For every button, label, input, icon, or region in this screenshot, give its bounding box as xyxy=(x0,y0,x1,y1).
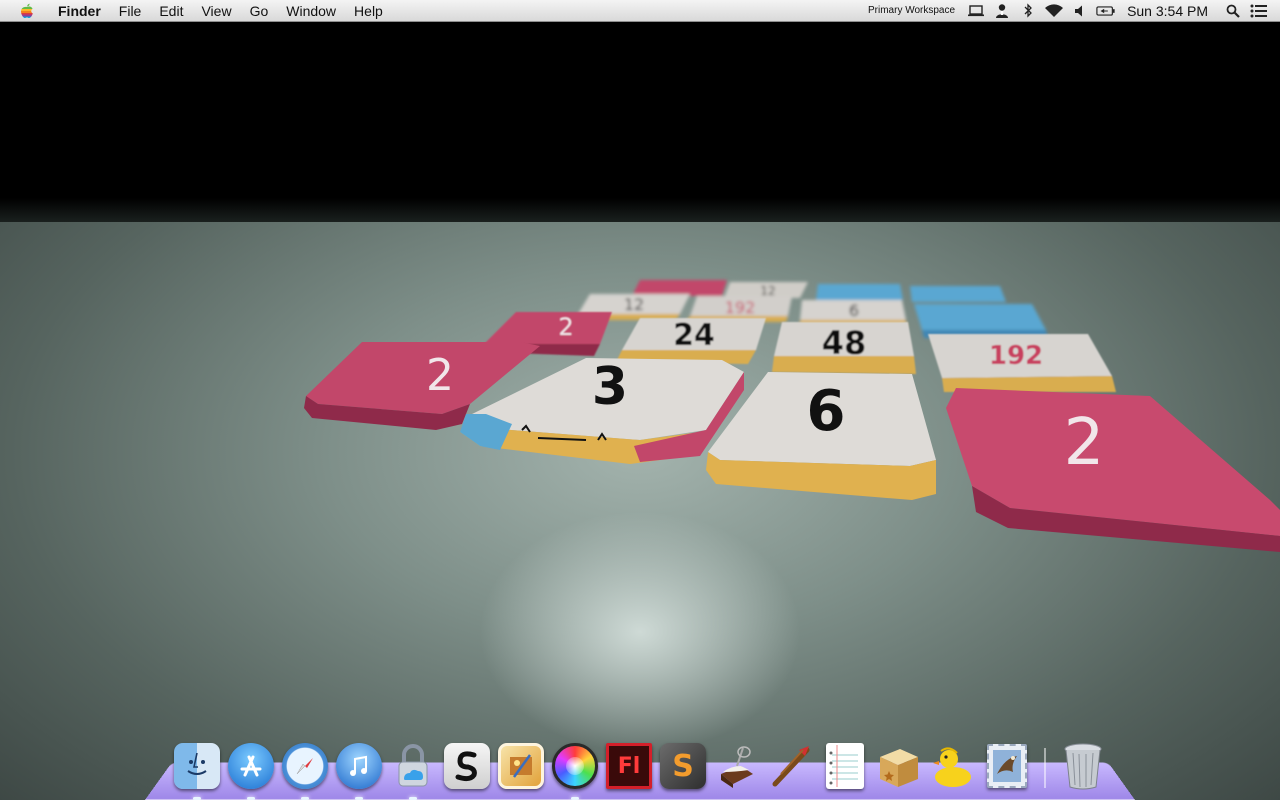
color-wheel-icon xyxy=(552,743,598,789)
tile-text-3: 3 xyxy=(592,357,628,417)
dock-item-finder[interactable] xyxy=(172,740,222,800)
sublime-icon: S xyxy=(660,743,706,789)
threes-tiles-artwork: 12 12 192 6 2 24 48 192 2 3 6 2 xyxy=(304,280,1280,552)
workspace-label[interactable]: Primary Workspace xyxy=(868,5,955,16)
finder-icon xyxy=(174,743,220,789)
tile-red-2-small xyxy=(484,312,612,344)
dock-item-safari[interactable] xyxy=(280,740,330,800)
tile-text-48: 48 xyxy=(822,324,867,362)
dock-item-itunes[interactable] xyxy=(334,740,384,800)
dock-separator xyxy=(1044,748,1046,788)
tile-text-12-mid: 12 xyxy=(624,295,644,314)
bluetooth-icon[interactable] xyxy=(1018,0,1038,22)
apple-menu-icon[interactable] xyxy=(20,3,34,18)
desktop-wallpaper: 12 12 192 6 2 24 48 192 2 3 6 2 xyxy=(0,22,1280,800)
scrivener-icon xyxy=(444,743,490,789)
trash-icon xyxy=(1060,743,1106,790)
mail-stamp-icon xyxy=(987,744,1027,788)
dock: Fl S xyxy=(170,734,1110,800)
cakebrew-icon xyxy=(714,743,760,789)
dock-item-iphoto[interactable] xyxy=(496,740,546,792)
menu-clock[interactable]: Sun 3:54 PM xyxy=(1127,3,1208,19)
flash-icon: Fl xyxy=(606,743,652,789)
menu-go[interactable]: Go xyxy=(241,0,278,22)
itunes-icon xyxy=(336,743,382,789)
dock-item-archive[interactable] xyxy=(874,740,924,792)
tile-text-192-back: 192 xyxy=(725,298,756,317)
notification-center-icon[interactable] xyxy=(1249,0,1269,22)
dock-item-cyberduck[interactable] xyxy=(928,740,978,792)
notes-icon xyxy=(826,743,864,789)
safari-icon xyxy=(282,743,328,789)
arrows-icon xyxy=(768,743,814,789)
tile-text-6-back: 6 xyxy=(849,301,859,320)
menu-window[interactable]: Window xyxy=(277,0,345,22)
box-icon xyxy=(876,743,922,789)
battery-icon[interactable] xyxy=(1096,0,1116,22)
duck-icon xyxy=(930,743,976,789)
tile-text-12-back: 12 xyxy=(760,284,775,298)
wifi-icon[interactable] xyxy=(1044,0,1064,22)
volume-icon[interactable] xyxy=(1070,0,1090,22)
menu-bar: Finder File Edit View Go Window Help Pri… xyxy=(0,0,1280,22)
user-icon[interactable] xyxy=(992,0,1012,22)
tile-text-2-left: 2 xyxy=(426,350,454,401)
iphoto-icon xyxy=(498,743,544,789)
dock-item-archery[interactable] xyxy=(766,740,816,792)
tile-text-6: 6 xyxy=(807,379,846,444)
cloud-lock-icon xyxy=(390,743,436,789)
spotlight-search-icon[interactable] xyxy=(1223,0,1243,22)
menu-edit[interactable]: Edit xyxy=(150,0,192,22)
tile-text-2-small: 2 xyxy=(558,313,573,341)
dock-item-cloud-lock[interactable] xyxy=(388,740,438,800)
dock-item-cakebrew[interactable] xyxy=(712,740,762,792)
tile-text-24: 24 xyxy=(673,318,715,353)
dock-item-color-picker[interactable] xyxy=(550,740,600,800)
menu-help[interactable]: Help xyxy=(345,0,392,22)
dock-item-flash[interactable]: Fl xyxy=(604,740,654,792)
tile-text-192: 192 xyxy=(989,341,1043,371)
tile-back-red xyxy=(632,280,727,296)
status-area: Primary Workspace Sun 3:54 PM xyxy=(868,0,1280,22)
app-store-icon xyxy=(228,743,274,789)
dock-item-notes[interactable] xyxy=(820,740,870,792)
dock-item-trash[interactable] xyxy=(1058,740,1108,792)
menu-app-name[interactable]: Finder xyxy=(46,0,110,22)
menu-view[interactable]: View xyxy=(192,0,240,22)
dock-item-scrivener[interactable] xyxy=(442,740,492,792)
menu-file[interactable]: File xyxy=(110,0,151,22)
dock-item-app-store[interactable] xyxy=(226,740,276,800)
display-icon[interactable] xyxy=(966,0,986,22)
dock-item-sublime[interactable]: S xyxy=(658,740,708,792)
tile-text-2-right: 2 xyxy=(1064,406,1105,480)
dock-item-mail[interactable] xyxy=(982,740,1032,792)
